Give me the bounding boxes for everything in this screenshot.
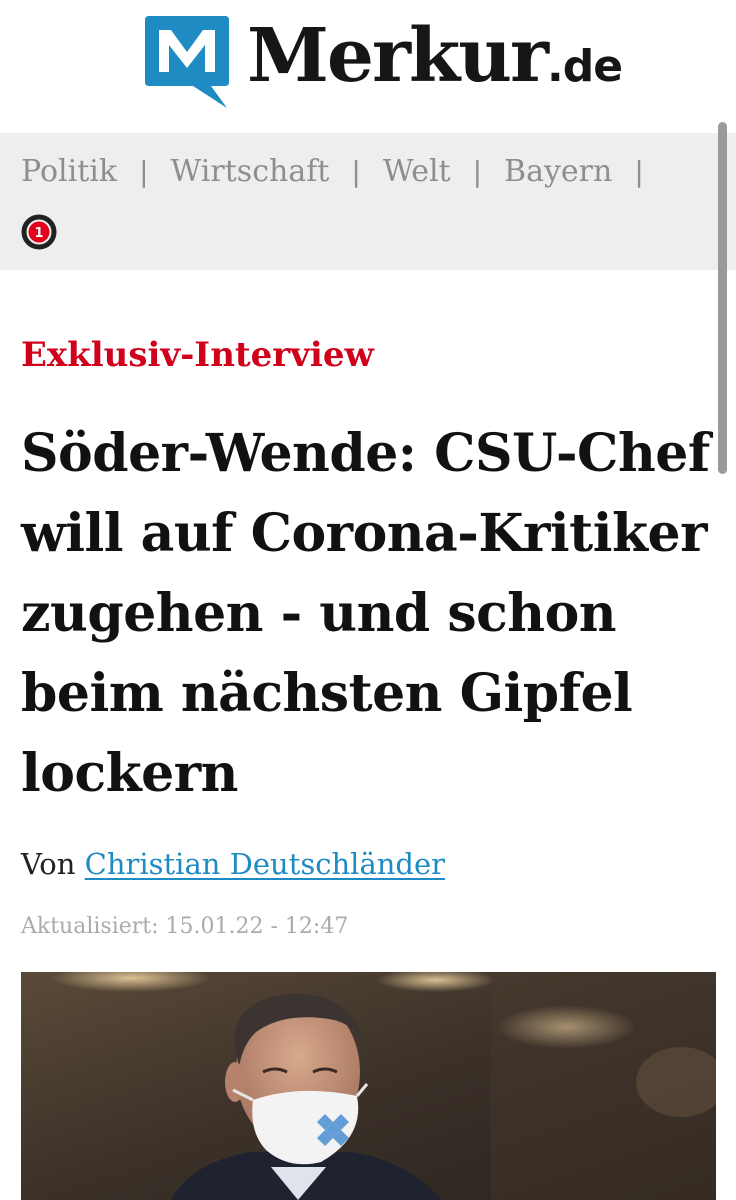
nav-item-wirtschaft[interactable]: Wirtschaft xyxy=(171,150,330,194)
nav-menu: Politik | Wirtschaft | Welt | Bayern | xyxy=(21,150,666,194)
site-logo-text[interactable]: Merkur.de xyxy=(247,6,623,117)
byline-prefix: Von xyxy=(21,847,76,881)
nav-separator: | xyxy=(351,155,361,188)
hero-photo-illustration xyxy=(21,972,716,1200)
site-header: Merkur.de xyxy=(0,0,736,133)
article-byline: Von Christian Deutschländer xyxy=(21,842,445,886)
live-badge-count: 1 xyxy=(34,226,43,241)
nav-item-bayern[interactable]: Bayern xyxy=(504,150,612,194)
nav-item-welt[interactable]: Welt xyxy=(383,150,451,194)
nav-separator: | xyxy=(139,155,149,188)
author-link[interactable]: Christian Deutschländer xyxy=(85,847,445,881)
nav-separator: | xyxy=(472,155,483,188)
nav-separator: | xyxy=(634,155,644,188)
live-news-icon[interactable]: 1 xyxy=(20,213,58,251)
nav-item-politik[interactable]: Politik xyxy=(21,150,117,194)
article-kicker: Exklusiv-Interview xyxy=(21,335,374,375)
merkur-logo-icon[interactable] xyxy=(143,12,231,110)
logo-name: Merkur xyxy=(247,13,549,99)
article-updated-timestamp: Aktualisiert: 15.01.22 - 12:47 xyxy=(21,914,349,939)
logo-tld: .de xyxy=(547,41,623,92)
article-hero-image[interactable] xyxy=(21,972,716,1200)
article-headline: Söder-Wende: CSU-Chef will auf Corona-Kr… xyxy=(21,423,710,804)
